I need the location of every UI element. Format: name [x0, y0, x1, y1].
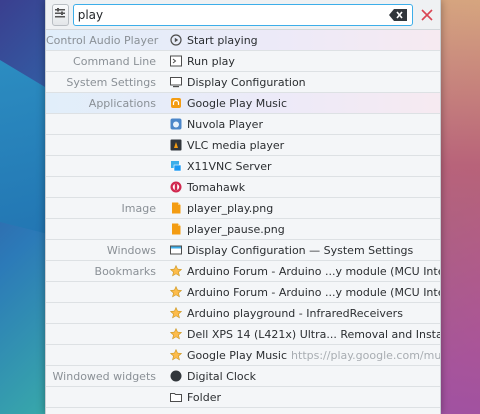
result-row[interactable]: Command Line Run play: [46, 51, 440, 72]
play-circle-icon: [170, 34, 182, 46]
result-category: Bookmarks: [94, 264, 156, 278]
result-row[interactable]: Dell XPS 14 (L421x) Ultra... Removal and…: [46, 324, 440, 345]
result-row[interactable]: Nuvola Player: [46, 114, 440, 135]
result-category: Windows: [106, 243, 156, 257]
result-row[interactable]: Arduino playground - InfraredReceivers: [46, 303, 440, 324]
folder-icon: [170, 391, 182, 403]
result-label: Arduino playground - InfraredReceivers: [187, 306, 403, 320]
star-icon: [170, 265, 182, 277]
terminal-icon: [170, 55, 182, 67]
star-icon: [170, 349, 182, 361]
result-category: Applications: [88, 96, 156, 110]
search-bar: [46, 0, 440, 30]
config-icon: [54, 7, 66, 22]
results-list: Control Audio Player Start playing Command…: [46, 30, 440, 408]
search-field[interactable]: [72, 3, 413, 26]
result-item[interactable]: Run play: [170, 55, 440, 68]
result-row[interactable]: Google Play Music https://play.google.com…: [46, 345, 440, 366]
result-row[interactable]: Windowed widgets Digital Clock: [46, 366, 440, 387]
result-label: Google Play Music: [187, 348, 288, 362]
result-row[interactable]: Applications Google Play Music: [46, 93, 440, 114]
result-url: https://play.google.com/music/...: [291, 348, 440, 362]
display-icon: [170, 76, 182, 88]
star-icon: [170, 328, 182, 340]
result-label: Display Configuration — System Settings: [187, 243, 414, 257]
result-row[interactable]: System Settings Display Configuration: [46, 72, 440, 93]
result-row[interactable]: Tomahawk: [46, 177, 440, 198]
result-item[interactable]: Digital Clock: [170, 370, 440, 383]
result-item[interactable]: Start playing: [170, 34, 440, 47]
result-category: Command Line: [73, 54, 156, 68]
result-label: Tomahawk: [187, 180, 246, 194]
vnc-icon: [170, 160, 182, 172]
result-row[interactable]: player_pause.png: [46, 219, 440, 240]
result-label: player_play.png: [187, 201, 274, 215]
result-item[interactable]: Display Configuration: [170, 76, 440, 89]
result-category: Control Audio Player: [46, 33, 159, 47]
result-label: Display Configuration: [187, 75, 306, 89]
result-item[interactable]: Arduino Forum - Arduino ...y module (MCU…: [170, 286, 440, 299]
result-row[interactable]: Bookmarks Arduino Forum - Arduino ...y mo…: [46, 261, 440, 282]
result-label: Arduino Forum - Arduino ...y module (MCU…: [187, 285, 440, 299]
headphones-icon: [170, 97, 182, 109]
result-row[interactable]: Folder: [46, 387, 440, 408]
result-row[interactable]: Arduino Forum - Arduino ...y module (MCU…: [46, 282, 440, 303]
result-item[interactable]: Nuvola Player: [170, 118, 440, 131]
result-label: VLC media player: [187, 138, 285, 152]
result-item[interactable]: Google Play Music https://play.google.com…: [170, 349, 440, 362]
result-row[interactable]: Windows Display Configuration — System Se…: [46, 240, 440, 261]
result-label: Folder: [187, 390, 221, 404]
result-label: X11VNC Server: [187, 159, 272, 173]
krunner-window: Control Audio Player Start playing Command…: [45, 0, 441, 414]
close-button[interactable]: [421, 6, 434, 24]
result-label: Arduino Forum - Arduino ...y module (MCU…: [187, 264, 440, 278]
result-category: Windowed widgets: [52, 369, 156, 383]
result-item[interactable]: Arduino Forum - Arduino ...y module (MCU…: [170, 265, 440, 278]
result-label: Dell XPS 14 (L421x) Ultra... Removal and…: [187, 327, 440, 341]
result-row[interactable]: VLC media player: [46, 135, 440, 156]
vlc-icon: [170, 139, 182, 151]
config-button[interactable]: [52, 3, 69, 26]
search-input[interactable]: [77, 7, 388, 22]
result-item[interactable]: player_pause.png: [170, 223, 440, 236]
result-item[interactable]: Tomahawk: [170, 181, 440, 194]
window-icon: [170, 244, 182, 256]
result-label: Digital Clock: [187, 369, 257, 383]
result-row[interactable]: Control Audio Player Start playing: [46, 30, 440, 51]
result-item[interactable]: Google Play Music: [170, 97, 440, 110]
result-item[interactable]: VLC media player: [170, 139, 440, 152]
image-file-icon: [170, 223, 182, 235]
result-item[interactable]: Arduino playground - InfraredReceivers: [170, 307, 440, 320]
result-item[interactable]: player_play.png: [170, 202, 440, 215]
result-item[interactable]: Folder: [170, 391, 440, 404]
result-category: System Settings: [66, 75, 156, 89]
star-icon: [170, 307, 182, 319]
result-row[interactable]: X11VNC Server: [46, 156, 440, 177]
result-item[interactable]: Display Configuration — System Settings: [170, 244, 440, 257]
result-category: Image: [121, 201, 156, 215]
result-item[interactable]: X11VNC Server: [170, 160, 440, 173]
result-label: Nuvola Player: [187, 117, 263, 131]
nuvola-icon: [170, 118, 182, 130]
image-file-icon: [170, 202, 182, 214]
clear-text-icon: [388, 8, 407, 21]
star-icon: [170, 286, 182, 298]
result-label: Run play: [187, 54, 235, 68]
result-label: Google Play Music: [187, 96, 288, 110]
clear-text-button[interactable]: [388, 8, 408, 22]
result-label: player_pause.png: [187, 222, 285, 236]
tomahawk-icon: [170, 181, 182, 193]
result-label: Start playing: [187, 33, 258, 47]
result-item[interactable]: Dell XPS 14 (L421x) Ultra... Removal and…: [170, 328, 440, 341]
clock-icon: [170, 370, 182, 382]
close-icon: [421, 8, 433, 21]
result-row[interactable]: Image player_play.png: [46, 198, 440, 219]
